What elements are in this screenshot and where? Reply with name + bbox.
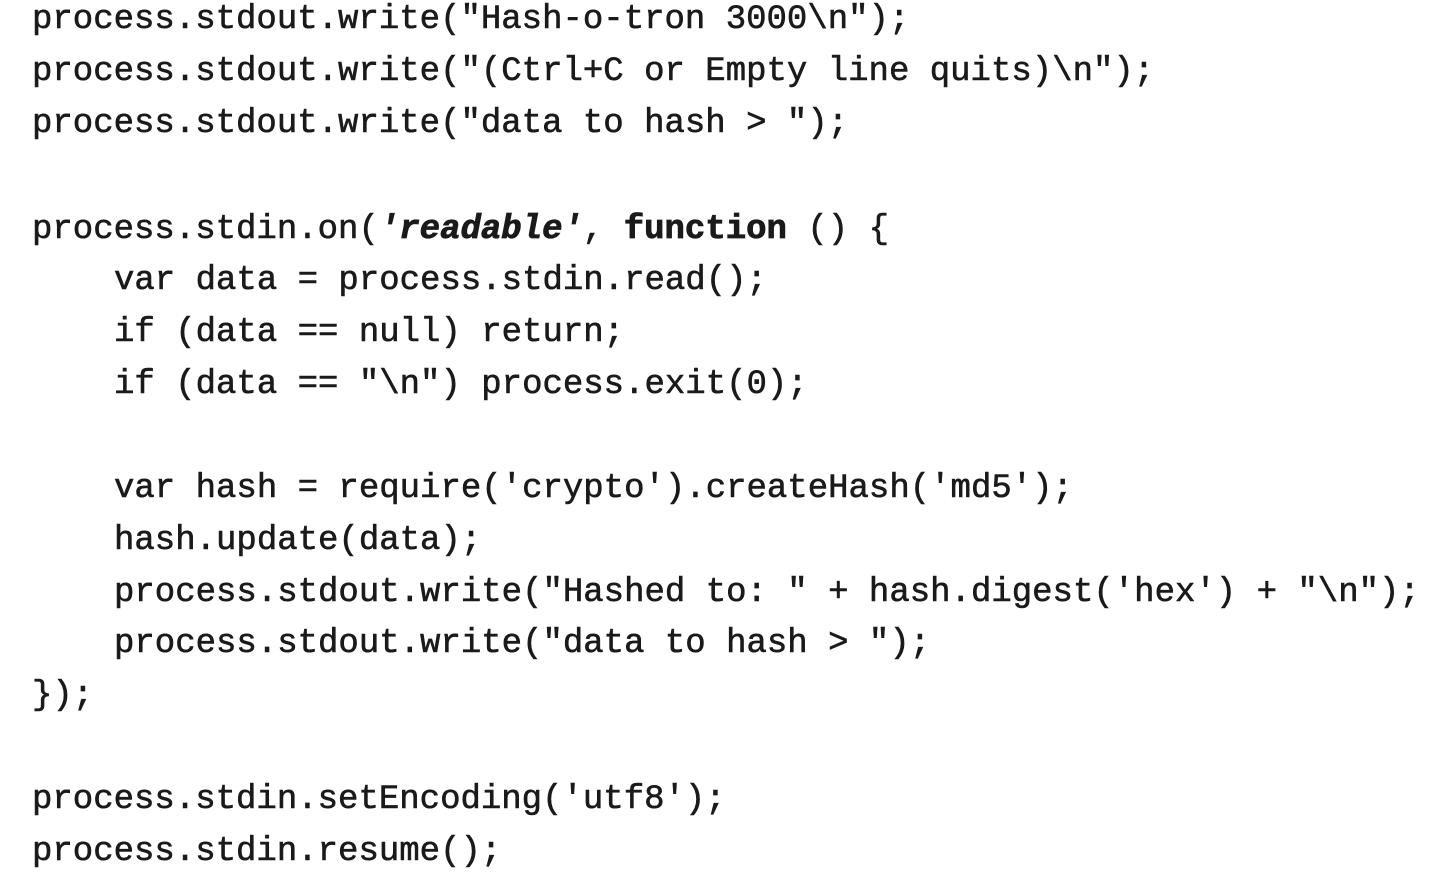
code-line-9: hash.update(data);	[114, 522, 482, 561]
code-line-14: process.stdin.resume();	[32, 833, 502, 872]
code-line-13: process.stdin.setEncoding('utf8');	[32, 781, 726, 820]
code-line-10: process.stdout.write("Hashed to: " + has…	[114, 574, 1420, 613]
code-line-2: process.stdout.write("(Ctrl+C or Empty l…	[32, 53, 1155, 92]
code-line-3: process.stdout.write("data to hash > ");	[32, 105, 849, 144]
code-line-12: });	[32, 677, 94, 716]
code-line-4-end: () {	[786, 211, 889, 250]
code-line-7: if (data == "\n") process.exit(0);	[114, 366, 808, 405]
code-line-8: var hash = require('crypto').createHash(…	[114, 470, 1074, 509]
keyword-function: function	[623, 211, 787, 250]
code-line-4: process.stdin.on('readable', function ()…	[32, 204, 890, 256]
code-line-1: process.stdout.write("Hash-o-tron 3000\n…	[32, 1, 910, 40]
code-line-4-start: process.stdin.on(	[32, 211, 379, 250]
code-line-4-comma: ,	[582, 211, 624, 250]
code-line-11: process.stdout.write("data to hash > ");	[114, 625, 931, 664]
code-line-5: var data = process.stdin.read();	[114, 262, 768, 301]
code-listing: process.stdout.write("Hash-o-tron 3000\n…	[32, 0, 1432, 884]
code-line-6: if (data == null) return;	[114, 314, 625, 353]
event-name-readable: 'readable'	[378, 211, 583, 250]
